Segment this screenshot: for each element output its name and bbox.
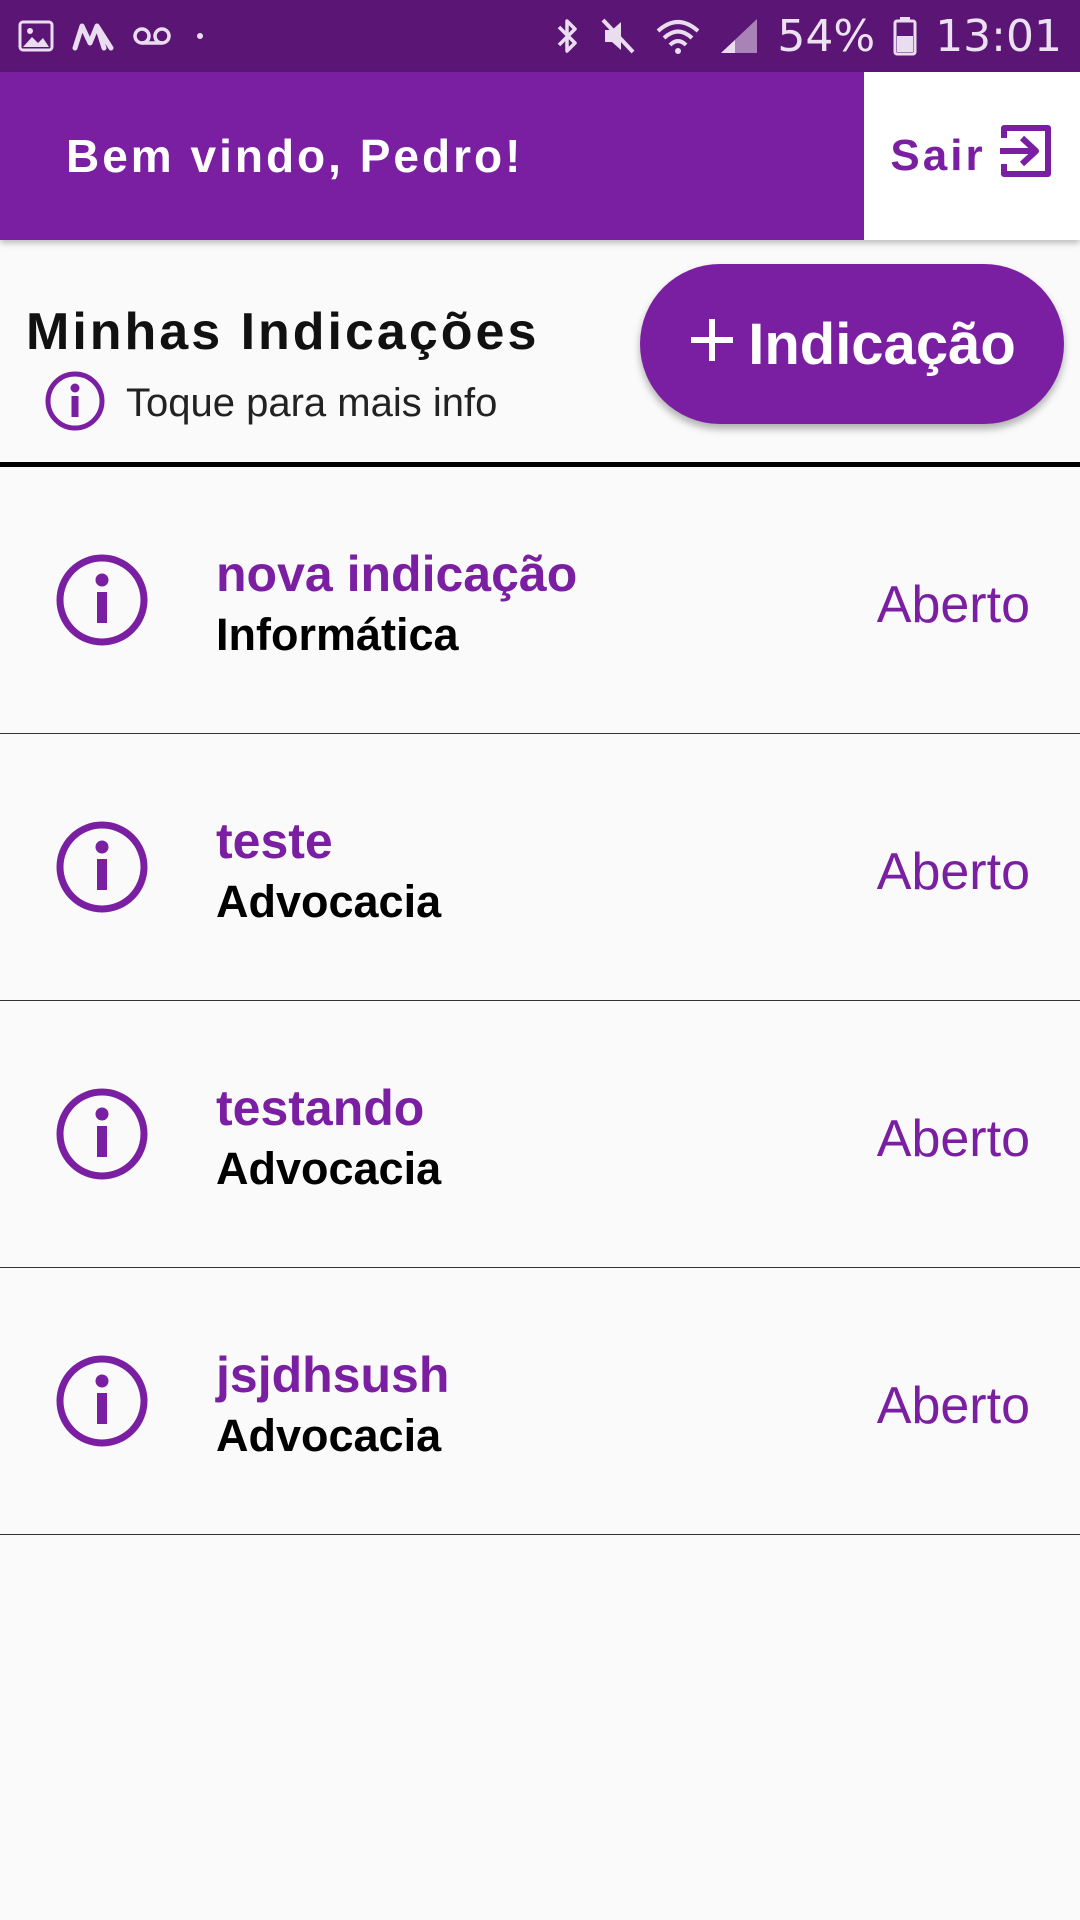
section-title: Minhas Indicações (26, 303, 540, 361)
list-item[interactable]: jsjdhsush Advocacia Aberto (0, 1268, 1080, 1535)
item-category: Informática (216, 609, 459, 660)
item-title: nova indicação (216, 546, 578, 602)
wifi-icon (655, 17, 701, 55)
info-hint-text: Toque para mais info (126, 381, 498, 425)
image-icon (18, 18, 54, 54)
clock: 13:01 (935, 10, 1062, 62)
dot-icon (190, 26, 210, 46)
item-status: Aberto (876, 843, 1030, 901)
info-icon (44, 370, 106, 437)
info-icon[interactable] (55, 1354, 149, 1453)
add-indication-button[interactable]: Indicação (640, 264, 1064, 424)
item-status: Aberto (876, 1110, 1030, 1168)
list-item[interactable]: testando Advocacia Aberto (0, 1001, 1080, 1268)
info-icon[interactable] (55, 1087, 149, 1186)
m-app-icon (72, 21, 114, 51)
battery-percentage: 54% (777, 10, 876, 62)
logout-label: Sair (890, 131, 986, 180)
plus-icon (688, 311, 736, 378)
battery-icon (893, 16, 917, 56)
status-bar: 54% 13:01 (0, 0, 1080, 72)
add-indication-label: Indicação (748, 311, 1016, 377)
section-header: Minhas Indicações Toque para mais info I… (0, 240, 1080, 462)
status-bar-right: 54% 13:01 (555, 11, 1062, 62)
logout-icon (996, 122, 1054, 191)
status-bar-left (18, 18, 210, 54)
item-status: Aberto (876, 1377, 1030, 1435)
info-hint[interactable]: Toque para mais info (44, 370, 497, 437)
mute-icon (599, 16, 637, 56)
item-title: teste (216, 813, 333, 869)
info-icon[interactable] (55, 820, 149, 919)
list-item[interactable]: nova indicação Informática Aberto (0, 467, 1080, 734)
logout-button[interactable]: Sair (864, 72, 1080, 240)
item-category: Advocacia (216, 876, 442, 927)
item-status: Aberto (876, 576, 1030, 634)
item-title: testando (216, 1080, 425, 1136)
welcome-title: Bem vindo, Pedro! (66, 130, 524, 182)
item-category: Advocacia (216, 1143, 442, 1194)
info-icon[interactable] (55, 553, 149, 652)
bluetooth-icon (555, 16, 581, 56)
item-category: Advocacia (216, 1410, 442, 1461)
item-title: jsjdhsush (216, 1347, 450, 1403)
voicemail-icon (132, 24, 172, 48)
app-header: Bem vindo, Pedro! Sair (0, 72, 1080, 240)
signal-icon (719, 17, 759, 55)
list-item[interactable]: teste Advocacia Aberto (0, 734, 1080, 1001)
indication-list: nova indicação Informática Aberto teste … (0, 467, 1080, 1535)
